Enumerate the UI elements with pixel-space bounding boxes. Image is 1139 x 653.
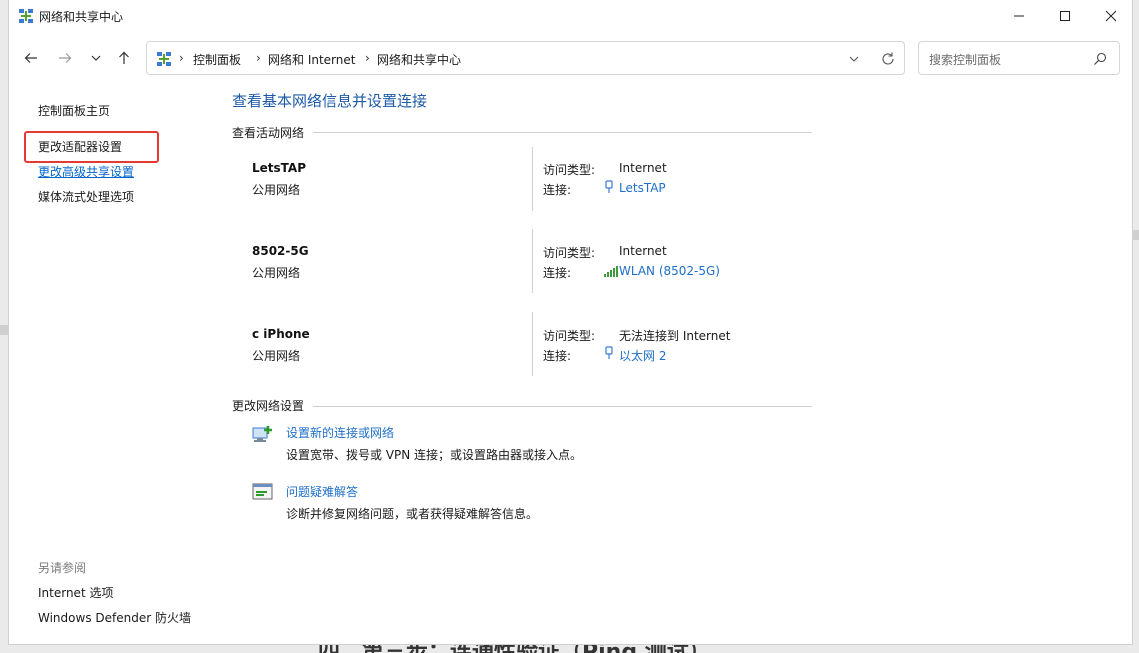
chevron-down-icon[interactable] [847,52,861,66]
up-button[interactable] [112,46,136,70]
close-icon [1105,10,1117,22]
breadcrumb-network-internet[interactable]: 网络和 Internet [268,51,355,68]
network-divider [532,147,533,211]
troubleshoot-description: 诊断并修复网络问题，或者获得疑难解答信息。 [286,507,539,521]
access-type-label: 访问类型: [543,163,596,177]
troubleshoot-icon [252,483,273,500]
section-divider [313,406,812,407]
active-networks-label: 查看活动网络 [232,126,305,140]
arrow-right-icon [59,53,72,63]
background-edge-marker [0,325,8,335]
address-bar[interactable]: › 控制面板 › 网络和 Internet › 网络和共享中心 [146,41,905,75]
maximize-icon [1060,11,1070,21]
ethernet-icon [605,180,613,193]
maximize-button[interactable] [1042,0,1088,32]
sidebar-link-media-streaming[interactable]: 媒体流式处理选项 [38,188,134,205]
navigation-bar: › 控制面板 › 网络和 Internet › 网络和共享中心 搜索控制面板 [9,40,1132,76]
connection-label: 连接: [543,349,572,363]
access-type-label: 访问类型: [543,246,596,260]
search-input[interactable]: 搜索控制面板 [929,51,1001,68]
chevron-down-icon [91,55,101,61]
section-divider [313,132,812,133]
connection-link[interactable]: 以太网 2 [619,347,666,364]
setup-new-connection-link[interactable]: 设置新的连接或网络 [286,424,394,441]
network-type[interactable]: 公用网络 [252,347,300,364]
access-type-value: 无法连接到 Internet [619,329,731,343]
access-type-label: 访问类型: [543,329,596,343]
back-button[interactable] [19,46,43,70]
network-type[interactable]: 公用网络 [252,264,300,281]
wifi-signal-icon [604,266,618,277]
sidebar-link-advanced-sharing[interactable]: 更改高级共享设置 [38,163,134,180]
network-sharing-window: 网络和共享中心 › 控制面板 › 网络和 Internet › 网络和共享中心 … [8,0,1133,645]
troubleshoot-link[interactable]: 问题疑难解答 [286,483,358,500]
access-type-value: Internet [619,244,667,258]
connection-label: 连接: [543,266,572,280]
see-also-label: 另请参阅 [38,561,87,575]
network-icon [157,52,171,66]
network-divider [532,312,533,376]
chevron-right-icon: › [179,51,184,65]
highlight-annotation [24,131,159,163]
recent-locations-button[interactable] [84,46,108,70]
breadcrumb-control-panel[interactable]: 控制面板 [193,51,241,68]
breadcrumb-network-sharing-center[interactable]: 网络和共享中心 [377,51,461,68]
background-scroll-marker [1133,230,1139,240]
ethernet-icon [605,346,613,359]
chevron-right-icon: › [365,51,370,65]
window-title: 网络和共享中心 [39,10,124,24]
arrow-up-icon [119,51,129,64]
search-icon [1094,52,1107,65]
close-button[interactable] [1088,0,1132,32]
chevron-right-icon: › [256,51,261,65]
connection-link[interactable]: WLAN (8502-5G) [619,264,720,278]
change-settings-label: 更改网络设置 [232,399,305,413]
page-title: 查看基本网络信息并设置连接 [232,92,428,110]
see-also-defender-firewall[interactable]: Windows Defender 防火墙 [38,609,191,626]
refresh-icon[interactable] [880,51,896,67]
network-name: c iPhone [252,327,310,341]
network-name: LetsTAP [252,161,306,175]
forward-button[interactable] [53,46,77,70]
network-divider [532,229,533,293]
connection-label: 连接: [543,183,572,197]
network-type[interactable]: 公用网络 [252,181,300,198]
minimize-button[interactable] [996,0,1042,32]
network-icon [19,9,33,23]
connection-link[interactable]: LetsTAP [619,181,666,195]
sidebar-link-control-panel-home[interactable]: 控制面板主页 [38,102,110,119]
new-connection-icon [252,426,272,442]
access-type-value: Internet [619,161,667,175]
title-bar: 网络和共享中心 [9,0,1132,32]
setup-new-connection-description: 设置宽带、拨号或 VPN 连接；或设置路由器或接入点。 [286,448,583,462]
network-name: 8502-5G [252,244,309,258]
arrow-left-icon [24,53,37,63]
minimize-icon [1014,15,1024,17]
search-box[interactable]: 搜索控制面板 [918,41,1120,75]
see-also-internet-options[interactable]: Internet 选项 [38,584,113,601]
